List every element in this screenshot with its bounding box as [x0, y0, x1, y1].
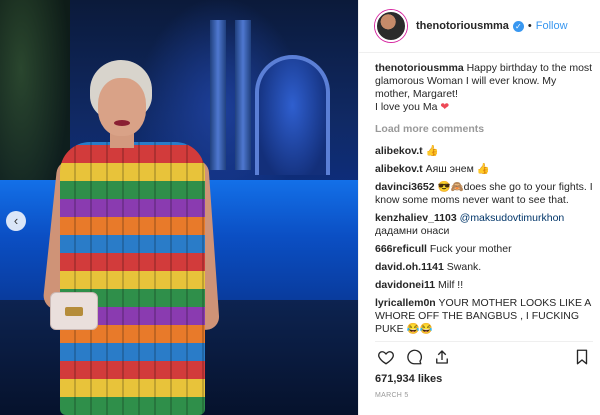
comment-username[interactable]: 666reficull [375, 243, 427, 255]
comments-list: thenotoriousmma Happy birthday to the mo… [375, 62, 593, 341]
comment-username[interactable]: david.oh.1141 [375, 261, 444, 273]
comment-username[interactable]: alibekov.t [375, 163, 423, 175]
bookmark-icon[interactable] [571, 348, 593, 366]
comment-username[interactable]: kenzhaliev_1103 [375, 212, 457, 224]
woman-figure [42, 60, 220, 415]
comment: 666reficull Fuck your mother [375, 243, 593, 256]
share-icon[interactable] [431, 348, 453, 366]
comment-text: Fuck your mother [429, 243, 512, 255]
post-date: MARCH 5 [375, 392, 409, 399]
handbag [50, 292, 98, 330]
comment-text: Milf !! [438, 279, 464, 291]
avatar[interactable] [375, 10, 407, 42]
load-more-comments-button[interactable]: Load more comments [375, 123, 593, 136]
comment: kenzhaliev_1103 @maksudovtimurkhon дадам… [375, 212, 593, 238]
post-sidebar: thenotoriousmma ✓ • Follow thenotoriousm… [358, 0, 600, 415]
comment-username[interactable]: alibekov.t [375, 145, 423, 157]
bag-logo [65, 307, 83, 316]
caption-username[interactable]: thenotoriousmma [375, 62, 464, 74]
comment: alibekov.t Аяш энем 👍 [375, 163, 593, 176]
follow-button[interactable]: Follow [536, 20, 568, 32]
arched-doorway [255, 55, 330, 175]
action-bar [375, 341, 593, 369]
column [235, 20, 251, 170]
post-photo[interactable]: ‹ [0, 0, 358, 415]
verified-icon: ✓ [512, 20, 524, 32]
caption-line2: I love you Ma [375, 101, 438, 113]
comment-text: Swank. [446, 261, 482, 273]
heart-emoji: ❤ [440, 101, 450, 113]
comment-icon[interactable] [403, 348, 425, 366]
likes-count[interactable]: 671,934 likes [375, 373, 442, 385]
caption: thenotoriousmma Happy birthday to the mo… [375, 62, 593, 114]
prev-arrow-button[interactable]: ‹ [6, 211, 26, 231]
comment-username[interactable]: davidonei11 [375, 279, 435, 291]
comment-mention-link[interactable]: @maksudovtimurkhon [460, 212, 565, 224]
comment-username[interactable]: lyricallem0n [375, 297, 436, 309]
heart-icon[interactable] [375, 348, 397, 366]
comment-text: дадамни онаси [375, 225, 450, 237]
comment-text: 👍 [425, 145, 439, 157]
comment: davinci3652 😎🙈does she go to your fights… [375, 181, 593, 207]
post-header: thenotoriousmma ✓ • Follow [359, 0, 600, 53]
lips [114, 120, 130, 126]
comment-text: Аяш энем 👍 [425, 163, 490, 175]
comment-username[interactable]: davinci3652 [375, 181, 435, 193]
comment: lyricallem0n YOUR MOTHER LOOKS LIKE A WH… [375, 297, 593, 336]
face [98, 78, 146, 136]
comment: david.oh.1141 Swank. [375, 261, 593, 274]
printed-dress [60, 142, 205, 415]
separator-dot: • [527, 20, 532, 32]
comment: davidonei11 Milf !! [375, 279, 593, 292]
header-username[interactable]: thenotoriousmma [416, 20, 509, 32]
comment: alibekov.t 👍 [375, 145, 593, 158]
